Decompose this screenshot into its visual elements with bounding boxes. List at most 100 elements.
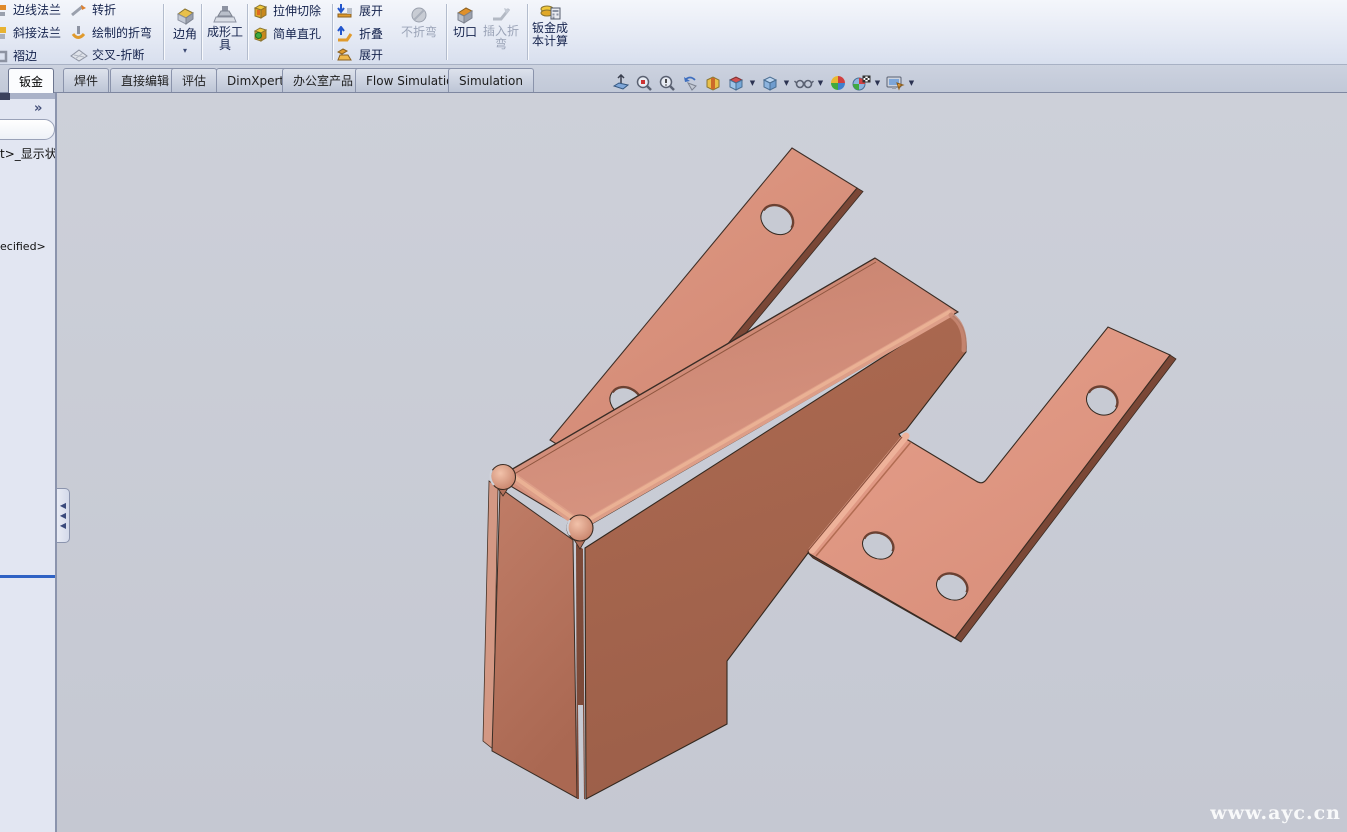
collapse-arrow-icon: ◀ bbox=[60, 502, 66, 510]
tab-label: 直接编辑 bbox=[121, 72, 169, 89]
extruded-cut-label: 拉伸切除 bbox=[273, 5, 321, 18]
jog-label: 转折 bbox=[92, 4, 116, 17]
view-orientation-dropdown[interactable]: ▼ bbox=[748, 73, 757, 93]
toolbar-separator bbox=[527, 4, 529, 60]
toolbar-separator bbox=[446, 4, 448, 60]
insert-bends-label: 插入折弯 bbox=[482, 25, 520, 51]
tab-label: 办公室产品 bbox=[293, 72, 353, 89]
zoom-to-fit-icon bbox=[612, 74, 630, 92]
cross-break-icon bbox=[70, 48, 88, 63]
zoom-to-area-icon bbox=[635, 74, 653, 92]
heads-up-view-toolbar: ▼ ▼ ▼ ▼ ▼ bbox=[610, 72, 916, 93]
filter-box[interactable] bbox=[0, 119, 55, 140]
apply-scene-icon bbox=[851, 74, 871, 92]
display-style-button[interactable] bbox=[759, 73, 780, 93]
tab-evaluate[interactable]: 评估 bbox=[171, 68, 217, 92]
hide-show-items-icon bbox=[794, 74, 814, 92]
view-settings-dropdown[interactable]: ▼ bbox=[907, 73, 916, 93]
miter-flange-button[interactable]: 斜接法兰 bbox=[0, 26, 61, 41]
tab-simulation[interactable]: Simulation bbox=[448, 68, 534, 92]
view-orientation-button[interactable] bbox=[725, 73, 746, 93]
rip-button[interactable]: 切口 bbox=[449, 5, 481, 39]
flatten-icon bbox=[336, 48, 354, 63]
toolbar-separator bbox=[332, 4, 334, 60]
graphics-area[interactable]: www.ayc.cn bbox=[57, 93, 1347, 832]
hide-show-items-button[interactable] bbox=[793, 73, 814, 93]
forming-tool-icon bbox=[213, 4, 237, 26]
zoom-to-area-button[interactable] bbox=[633, 73, 654, 93]
miter-flange-icon bbox=[0, 26, 10, 41]
fold-icon bbox=[336, 26, 354, 42]
cross-break-button[interactable]: 交叉-折断 bbox=[70, 48, 144, 63]
jog-icon bbox=[70, 3, 88, 18]
panel-tab-stub[interactable] bbox=[0, 93, 10, 100]
edge-flange-button[interactable]: 边线法兰 bbox=[0, 3, 61, 18]
edit-appearance-button[interactable] bbox=[827, 73, 848, 93]
edge-flange-label: 边线法兰 bbox=[13, 4, 61, 17]
rotate-view-button[interactable] bbox=[679, 73, 700, 93]
fold-button[interactable]: 折叠 bbox=[336, 26, 383, 42]
tab-office-products[interactable]: 办公室产品 bbox=[282, 68, 364, 92]
view-settings-button[interactable] bbox=[884, 73, 905, 93]
tab-direct-editing[interactable]: 直接编辑 bbox=[110, 68, 180, 92]
expand-chevron[interactable]: » bbox=[34, 101, 42, 116]
watermark: www.ayc.cn bbox=[1210, 802, 1341, 824]
no-bends-icon bbox=[408, 6, 430, 26]
tab-weldments[interactable]: 焊件 bbox=[63, 68, 109, 92]
solidworks-window: 边线法兰 斜接法兰 褶边 转折 绘制的折弯 交叉-折断 边角 ▾ bbox=[0, 0, 1347, 832]
not-specified-text: ecified> bbox=[0, 240, 46, 253]
rotate-view-icon bbox=[681, 74, 699, 92]
hem-button[interactable]: 褶边 bbox=[0, 49, 37, 64]
insert-bends-icon bbox=[490, 5, 512, 25]
sketched-bend-icon bbox=[70, 25, 88, 41]
tab-sheet-metal[interactable]: 钣金 bbox=[8, 68, 54, 93]
cross-break-label: 交叉-折断 bbox=[92, 49, 144, 62]
flatten-label: 展开 bbox=[359, 49, 383, 62]
panel-splitter[interactable] bbox=[0, 575, 57, 578]
left-flap-face[interactable] bbox=[492, 488, 577, 798]
unfold-label: 展开 bbox=[359, 5, 383, 18]
corner-label: 边角 bbox=[173, 28, 197, 41]
apply-scene-button[interactable] bbox=[850, 73, 871, 93]
zoom-in-out-button[interactable] bbox=[656, 73, 677, 93]
display-style-icon bbox=[761, 74, 779, 92]
forming-tool-button[interactable]: 成形工具 bbox=[205, 4, 245, 52]
section-view-icon bbox=[704, 74, 722, 92]
edge-flange-icon bbox=[0, 3, 10, 18]
insert-bends-button: 插入折弯 bbox=[482, 5, 520, 51]
jog-button[interactable]: 转折 bbox=[70, 3, 116, 18]
tab-label: 焊件 bbox=[74, 72, 98, 89]
corner-button[interactable]: 边角 ▾ bbox=[166, 4, 204, 55]
display-style-dropdown[interactable]: ▼ bbox=[782, 73, 791, 93]
panel-collapse-handle[interactable]: ◀ ◀ ◀ bbox=[57, 488, 70, 543]
tab-label: 评估 bbox=[182, 72, 206, 89]
sketched-bend-button[interactable]: 绘制的折弯 bbox=[70, 25, 152, 41]
collapse-arrow-icon: ◀ bbox=[60, 522, 66, 530]
flatten-button[interactable]: 展开 bbox=[336, 48, 383, 63]
section-view-button[interactable] bbox=[702, 73, 723, 93]
fold-label: 折叠 bbox=[359, 28, 383, 41]
unfold-icon bbox=[336, 3, 354, 19]
corner-dropdown-arrow[interactable]: ▾ bbox=[183, 47, 187, 55]
zoom-in-out-icon bbox=[658, 74, 676, 92]
tab-label: 钣金 bbox=[19, 73, 43, 90]
command-manager: 边线法兰 斜接法兰 褶边 转折 绘制的折弯 交叉-折断 边角 ▾ bbox=[0, 0, 1347, 65]
sheet-metal-cost-button[interactable]: 钣金成本计算 bbox=[530, 2, 570, 48]
simple-hole-button[interactable]: 简单直孔 bbox=[252, 26, 321, 43]
simple-hole-label: 简单直孔 bbox=[273, 28, 321, 41]
apply-scene-dropdown[interactable]: ▼ bbox=[873, 73, 882, 93]
display-state-text: t>_显示状 bbox=[0, 145, 57, 162]
hem-label: 褶边 bbox=[13, 50, 37, 63]
extruded-cut-button[interactable]: 拉伸切除 bbox=[252, 3, 321, 20]
zoom-to-fit-button[interactable] bbox=[610, 73, 631, 93]
rip-label: 切口 bbox=[453, 26, 477, 39]
simple-hole-icon bbox=[252, 26, 269, 43]
toolbar-separator bbox=[163, 4, 165, 60]
sheet-metal-cost-icon bbox=[539, 2, 561, 22]
hide-show-items-dropdown[interactable]: ▼ bbox=[816, 73, 825, 93]
model-viewport[interactable] bbox=[57, 93, 1347, 832]
unfold-button[interactable]: 展开 bbox=[336, 3, 383, 19]
hem-icon bbox=[0, 49, 10, 64]
rip-icon bbox=[454, 5, 476, 26]
collapse-arrow-icon: ◀ bbox=[60, 512, 66, 520]
